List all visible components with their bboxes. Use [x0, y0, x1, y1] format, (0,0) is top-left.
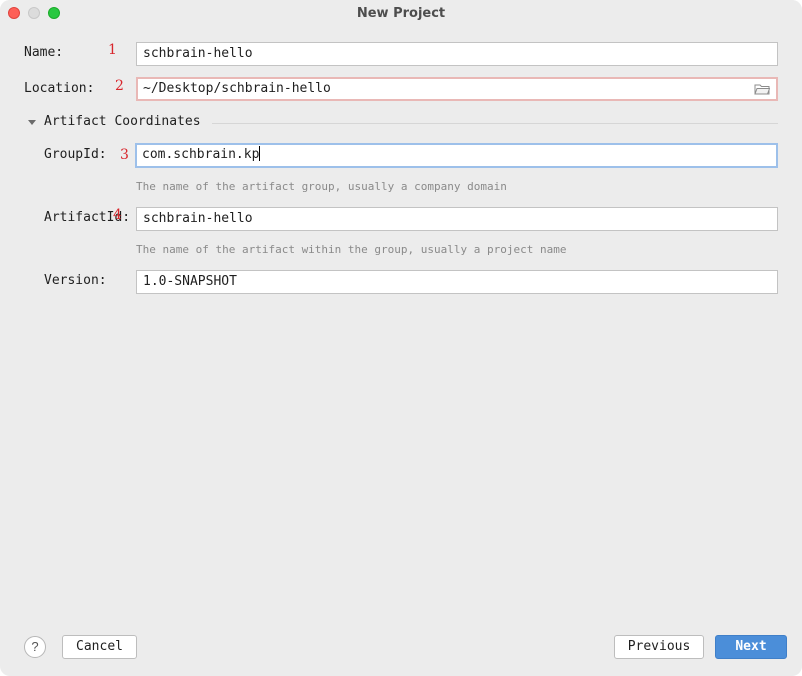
location-marker: 2 — [115, 78, 124, 94]
folder-icon[interactable] — [754, 83, 770, 95]
name-label: Name: — [24, 45, 64, 60]
help-button[interactable]: ? — [24, 636, 46, 658]
name-marker: 1 — [108, 42, 117, 58]
cancel-button[interactable]: Cancel — [62, 635, 137, 659]
location-value: ~/Desktop/schbrain-hello — [143, 81, 331, 96]
location-field[interactable]: ~/Desktop/schbrain-hello — [136, 77, 778, 101]
text-caret — [259, 146, 261, 161]
new-project-dialog: New Project Name: 1 schbrain-hello Locat… — [0, 0, 802, 676]
name-field[interactable]: schbrain-hello — [136, 42, 778, 66]
groupid-field[interactable]: com.schbrain.kp — [135, 143, 778, 168]
previous-button[interactable]: Previous — [614, 635, 704, 659]
artifactid-hint: The name of the artifact within the grou… — [136, 243, 567, 256]
groupid-label: GroupId: — [44, 147, 107, 162]
next-button[interactable]: Next — [715, 635, 787, 659]
groupid-value: com.schbrain.kp — [142, 147, 260, 162]
version-field[interactable]: 1.0-SNAPSHOT — [136, 270, 778, 294]
groupid-marker: 3 — [120, 147, 129, 163]
window-title: New Project — [356, 6, 446, 21]
groupid-hint: The name of the artifact group, usually … — [136, 180, 507, 193]
artifactid-marker: 4 — [113, 207, 122, 223]
artifactid-field[interactable]: schbrain-hello — [136, 207, 778, 231]
version-label: Version: — [44, 273, 107, 288]
location-label: Location: — [24, 81, 95, 96]
section-divider — [212, 123, 778, 124]
artifact-coordinates-title: Artifact Coordinates — [44, 114, 201, 129]
title-bar: New Project — [0, 0, 802, 28]
triangle-down-icon — [28, 120, 36, 125]
